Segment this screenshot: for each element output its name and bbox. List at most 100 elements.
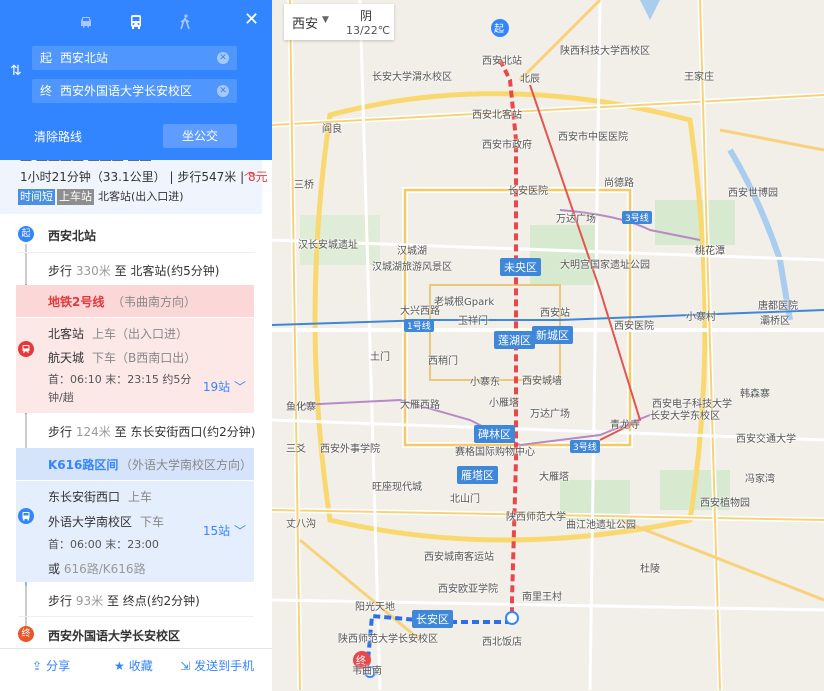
route-summary[interactable]: 一 一一一一 一一一 一一 1小时21分钟（33.1公里） | 步行547米 |… xyxy=(0,160,268,214)
map-poi-label[interactable]: 西安北站 xyxy=(482,52,522,67)
map-poi-label[interactable]: 三桥 xyxy=(294,176,314,191)
map-poi-label[interactable]: 南里王村 xyxy=(522,588,562,603)
map-district-label[interactable]: 新城区 xyxy=(532,326,573,344)
map-district-label[interactable]: 莲湖区 xyxy=(494,331,535,349)
map-poi-label[interactable]: 三爻 xyxy=(286,440,306,455)
map-poi-label[interactable]: 北辰 xyxy=(520,70,540,85)
map-poi-label[interactable]: 万达广场 xyxy=(530,405,570,420)
map-poi-label[interactable]: 西安植物园 xyxy=(700,494,750,509)
map-poi-label[interactable]: 西安外事学院 xyxy=(320,440,380,455)
map-poi-label[interactable]: 汉城湖旅游风景区 xyxy=(372,258,452,273)
map-poi-label[interactable]: 万达广场 xyxy=(556,210,596,225)
map-district-label[interactable]: 长安区 xyxy=(412,610,453,628)
map-poi-label[interactable]: 小雁塔 xyxy=(489,394,519,409)
map-poi-label[interactable]: 杜陵 xyxy=(640,560,660,575)
map-poi-label[interactable]: 旺座现代城 xyxy=(372,478,422,493)
city-caret-icon[interactable]: ▼ xyxy=(322,15,329,25)
map-poi-label[interactable]: 小寨村 xyxy=(686,308,716,323)
map-poi-label[interactable]: 陕西师范大学 xyxy=(506,508,566,523)
bus-segment[interactable]: K616路区间 （外语大学南校区方向） 东长安街西口 上车 外语大学南校区 下车 首… xyxy=(16,448,254,582)
map-poi-label[interactable]: 土门 xyxy=(370,348,390,363)
map-poi-label[interactable]: 丈八沟 xyxy=(286,515,316,530)
bus-board-name[interactable]: 东长安街西口 xyxy=(48,490,120,504)
weather-widget[interactable]: 西安 ▼ 阴 13/22℃ xyxy=(284,4,394,40)
metro-alight-name[interactable]: 航天城 xyxy=(48,351,84,365)
map-poi-label[interactable]: 陕西科技大学西校区 xyxy=(560,42,650,57)
map-poi-label[interactable]: 西安城南客运站 xyxy=(424,548,494,563)
map-poi-label[interactable]: 汉长安城遗址 xyxy=(298,236,358,251)
map-district-label[interactable]: 碑林区 xyxy=(474,425,515,443)
destination-value[interactable]: 西安外国语大学长安校区 xyxy=(60,79,192,103)
map-poi-label[interactable]: 大雁塔 xyxy=(539,468,569,483)
map-metro-line-tag[interactable]: 3号线 xyxy=(622,211,652,224)
start-station-name[interactable]: 西安北站 xyxy=(48,227,96,244)
map-poi-label[interactable]: 桃花潭 xyxy=(695,242,725,257)
map-poi-label[interactable]: 小寨东 xyxy=(470,373,500,388)
map-district-label[interactable]: 雁塔区 xyxy=(457,466,498,484)
metro-line-name[interactable]: 地铁2号线 xyxy=(48,293,104,310)
map-poi-label[interactable]: 西稍门 xyxy=(428,352,458,367)
map-poi-label[interactable]: 西安世博园 xyxy=(728,184,778,199)
metro-stops-label[interactable]: 19站 xyxy=(203,380,230,394)
scroll-up-icon[interactable]: ︿ xyxy=(244,162,256,179)
map-metro-line-tag[interactable]: 1号线 xyxy=(404,319,434,332)
map-poi-label[interactable]: 赛格国际购物中心 xyxy=(455,443,535,458)
destination-field[interactable]: 终 西安外国语大学长安校区 ✕ xyxy=(32,79,237,103)
map-district-label[interactable]: 未央区 xyxy=(500,258,541,276)
map-poi-label[interactable]: 灞桥区 xyxy=(760,312,790,327)
map-poi-label[interactable]: 冯家湾 xyxy=(745,470,775,485)
map-poi-label[interactable]: 长安医院 xyxy=(508,182,548,197)
bus-icon[interactable] xyxy=(126,12,146,32)
map-poi-label[interactable]: 西安市政府 xyxy=(482,136,532,151)
map-poi-label[interactable]: 西安城墙 xyxy=(522,372,562,387)
metro-stop-count[interactable]: 19站 ﹀ xyxy=(203,378,246,395)
map-poi-label[interactable]: 长安大学渭水校区 xyxy=(372,68,452,83)
favorite-label[interactable]: 收藏 xyxy=(129,659,153,673)
bus-stops-label[interactable]: 15站 xyxy=(203,524,230,538)
map-poi-label[interactable]: 陕西师范大学长安校区 xyxy=(338,630,438,645)
origin-field[interactable]: 起 西安北站 ✕ xyxy=(32,46,237,70)
favorite-button[interactable]: ★ 收藏 xyxy=(114,657,153,674)
clear-origin-icon[interactable]: ✕ xyxy=(217,52,229,64)
metro-segment[interactable]: 地铁2号线 （韦曲南方向） 北客站 上车（出入口进） 航天城 下车（B西南口出） 首… xyxy=(16,285,254,413)
map-poi-label[interactable]: 西安市中医医院 xyxy=(558,128,628,143)
map-poi-label[interactable]: 大明宫国家遗址公园 xyxy=(560,256,650,271)
clear-route-link[interactable]: 清除路线 xyxy=(34,128,82,145)
map-poi-label[interactable]: 西北饭店 xyxy=(482,633,522,648)
map-poi-label[interactable]: 阎良 xyxy=(322,120,342,135)
end-station-name[interactable]: 西安外国语大学长安校区 xyxy=(48,627,180,644)
map-poi-label[interactable]: 西安欧亚学院 xyxy=(438,580,498,595)
map-poi-label[interactable]: 王家庄 xyxy=(684,68,714,83)
map-poi-label[interactable]: 尚德路 xyxy=(604,174,634,189)
bus-line-name[interactable]: K616路区间 xyxy=(48,456,118,473)
bus-segment-header[interactable]: K616路区间 （外语大学南校区方向） xyxy=(16,448,254,481)
map-poi-label[interactable]: 玉祥门 xyxy=(458,312,488,327)
map-poi-label[interactable]: 西安医院 xyxy=(614,317,654,332)
bus-stop-count[interactable]: 15站 ﹀ xyxy=(203,522,246,539)
map-metro-line-tag[interactable]: 3号线 xyxy=(570,440,600,453)
map-poi-label[interactable]: 汉城湖 xyxy=(397,242,427,257)
map-poi-label[interactable]: 西安交通大学 xyxy=(736,430,796,445)
chevron-down-icon[interactable]: ﹀ xyxy=(234,524,246,538)
map-poi-label[interactable]: 长安大学东校区 xyxy=(650,407,720,422)
origin-value[interactable]: 西安北站 xyxy=(60,46,108,70)
send-to-phone-label[interactable]: 发送到手机 xyxy=(194,659,254,673)
map-poi-label[interactable]: 大兴西路 xyxy=(400,302,440,317)
car-icon[interactable] xyxy=(76,12,96,32)
bus-alt-lines[interactable]: 616路/K616路 xyxy=(64,562,146,576)
map-poi-label[interactable]: 西安站 xyxy=(540,304,570,319)
metro-board-name[interactable]: 北客站 xyxy=(48,327,84,341)
map-poi-label[interactable]: 鱼化寨 xyxy=(286,398,316,413)
map-poi-label[interactable]: 北山门 xyxy=(450,490,480,505)
take-bus-button[interactable]: 坐公交 xyxy=(163,124,237,148)
close-icon[interactable]: ✕ xyxy=(244,10,259,30)
map-poi-label[interactable]: 韩森寨 xyxy=(740,385,770,400)
map-poi-label[interactable]: 青龙寺 xyxy=(610,416,640,431)
metro-segment-header[interactable]: 地铁2号线 （韦曲南方向） xyxy=(16,285,254,318)
city-selector[interactable]: 西安 xyxy=(292,13,318,32)
map-poi-label[interactable]: 老城根Gpark xyxy=(434,293,494,308)
map-poi-label[interactable]: 唐都医院 xyxy=(758,297,798,312)
chevron-down-icon[interactable]: ﹀ xyxy=(234,380,246,394)
map-poi-label[interactable]: 曲江池遗址公园 xyxy=(566,516,636,531)
send-to-phone-button[interactable]: ⇲ 发送到手机 xyxy=(180,657,254,674)
